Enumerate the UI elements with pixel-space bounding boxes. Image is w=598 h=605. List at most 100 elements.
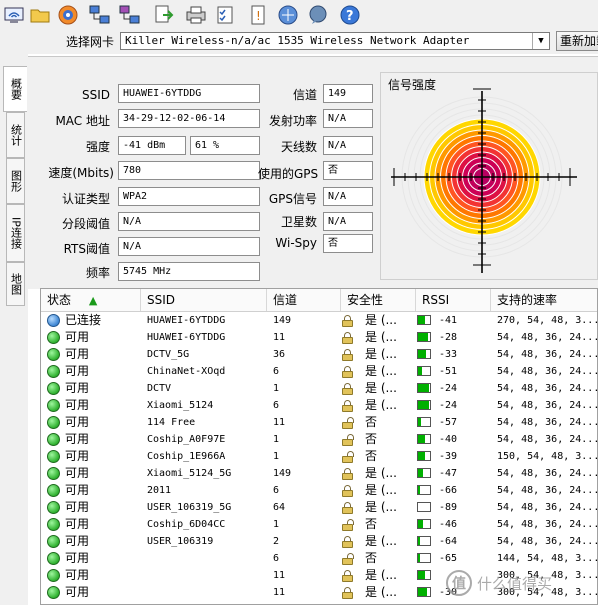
tab-summary-label: 概要 (9, 78, 23, 100)
col-ssid[interactable]: SSID (141, 289, 267, 311)
lock-icon (342, 315, 353, 327)
status-cell: 可用 (65, 551, 90, 565)
ssid-cell (147, 550, 265, 567)
col-channel[interactable]: 信道 (267, 289, 341, 311)
lock-icon (342, 383, 353, 395)
adapter-select[interactable]: Killer Wireless-n/a/ac 1535 Wireless Net… (120, 32, 550, 50)
rssi-bar (417, 553, 431, 563)
tab-ip-connections[interactable]: IP连接 (6, 204, 25, 262)
table-row[interactable]: 可用 USER_106319 2 是 (... -64 54, 48, 36, 24... (41, 533, 597, 550)
table-row[interactable]: 可用 HUAWEI-6YTDDG 11 是 (... -28 54, 48, 36, 24… (41, 329, 597, 346)
rssi-bar (417, 383, 431, 393)
gps-signal-label: GPS信号 (268, 192, 317, 206)
table-row[interactable]: 可用 114 Free 11 否 -57 54, 48, 36, 24... (41, 414, 597, 431)
wispy-field: 否 (323, 234, 373, 253)
wispy-label: Wi-Spy (275, 236, 317, 250)
status-dot-icon (47, 569, 60, 582)
folder-icon[interactable] (28, 3, 52, 27)
globe-icon[interactable] (56, 3, 80, 27)
status-cell: 可用 (65, 330, 90, 344)
network-icon[interactable] (88, 3, 112, 27)
col-rssi[interactable]: RSSI (416, 289, 491, 311)
export-icon[interactable] (152, 3, 176, 27)
txpower-field: N/A (323, 109, 373, 128)
channel-cell: 2 (273, 536, 280, 547)
frag-field: N/A (118, 212, 260, 231)
security-cell: 是 (... (365, 364, 397, 378)
help-icon[interactable]: ? (338, 3, 362, 27)
rssi-cell: -47 (439, 468, 458, 479)
security-cell: 否 (365, 432, 378, 446)
col-security-label: 安全性 (347, 293, 384, 307)
channel-cell: 11 (273, 417, 286, 428)
rates-cell: 54, 48, 36, 24... (497, 468, 597, 479)
wifi-computer-icon[interactable] (2, 3, 26, 27)
lock-icon (342, 570, 353, 582)
rssi-cell: -89 (439, 502, 458, 513)
security-cell: 是 (... (365, 313, 397, 327)
chevron-down-icon[interactable]: ▼ (532, 33, 549, 49)
table-row[interactable]: 可用 DCTV 1 是 (... -24 54, 48, 36, 24... (41, 380, 597, 397)
antenna-field: N/A (323, 136, 373, 155)
col-channel-label: 信道 (273, 293, 298, 307)
table-row[interactable]: 可用 2011 6 是 (... -66 54, 48, 36, 24... (41, 482, 597, 499)
channel-cell: 6 (273, 400, 280, 411)
speed-label: 速度(Mbits) (48, 166, 114, 180)
rssi-bar (417, 468, 431, 478)
ssid-cell: ChinaNet-XOqd (147, 366, 226, 377)
channel-cell: 11 (273, 587, 286, 598)
status-dot-icon (47, 484, 60, 497)
info-card-icon[interactable]: ! (246, 3, 270, 27)
rates-cell: 54, 48, 36, 24... (497, 400, 597, 411)
col-status[interactable]: 状态 ▲ (41, 289, 141, 311)
side-tab-strip: 概要 统计 图形 IP连接 地图 (0, 54, 28, 605)
rssi-bar (417, 485, 431, 495)
ssid-cell: HUAWEI-6YTDDG (147, 315, 226, 326)
unlock-icon (342, 417, 354, 429)
tab-summary[interactable]: 概要 (3, 66, 27, 112)
rssi-bar (417, 315, 431, 325)
globe-arrow-icon[interactable] (276, 3, 300, 27)
checklist-icon[interactable] (214, 3, 238, 27)
table-row[interactable]: 可用 Xiaomi_5124 6 是 (... -24 54, 48, 36, 24... (41, 397, 597, 414)
channel-field: 149 (323, 84, 373, 103)
channel-cell: 64 (273, 502, 286, 513)
tab-statistics[interactable]: 统计 (6, 112, 25, 158)
lock-icon (342, 332, 353, 344)
status-dot-icon (47, 314, 60, 327)
rssi-cell: -65 (439, 553, 458, 564)
network-table[interactable]: 状态 ▲ SSID 信道 安全性 RSSI 支持的速率 已连接 HUAWEI-6Y… (40, 288, 598, 605)
table-row[interactable]: 可用 ChinaNet-XOqd 6 是 (... -51 54, 48, 36, 24.… (41, 363, 597, 380)
refresh-button[interactable]: 重新加载 (556, 31, 598, 51)
tab-graph[interactable]: 图形 (6, 158, 25, 204)
table-row[interactable]: 可用 Coship_A0F97E 1 否 -40 54, 48, 36, 24... (41, 431, 597, 448)
rssi-bar (417, 519, 431, 529)
strength-dbm-field: -41 dBm (118, 136, 186, 155)
status-dot-icon (47, 416, 60, 429)
satellite-field: N/A (323, 212, 373, 231)
rssi-bar (417, 434, 431, 444)
table-row[interactable]: 可用 Coship_1E966A 1 否 -39 150, 54, 48, 3... (41, 448, 597, 465)
table-row[interactable]: 可用 6 否 -65 144, 54, 48, 3... (41, 550, 597, 567)
status-cell: 可用 (65, 500, 90, 514)
print-icon[interactable] (184, 3, 208, 27)
table-row[interactable]: 可用 Xiaomi_5124_5G 149 是 (... -47 54, 48, 36, … (41, 465, 597, 482)
network-share-icon[interactable] (118, 3, 142, 27)
unlock-icon (342, 434, 354, 446)
security-cell: 是 (... (365, 568, 397, 582)
col-security[interactable]: 安全性 (341, 289, 416, 311)
lock-icon (342, 536, 353, 548)
tab-map[interactable]: 地图 (6, 262, 25, 306)
rssi-bar (417, 587, 431, 597)
status-cell: 可用 (65, 568, 90, 582)
table-row[interactable]: 可用 DCTV_5G 36 是 (... -33 54, 48, 36, 24... (41, 346, 597, 363)
col-rates[interactable]: 支持的速率 (491, 289, 597, 311)
status-dot-icon (47, 399, 60, 412)
rssi-cell: -64 (439, 536, 458, 547)
security-cell: 否 (365, 415, 378, 429)
table-row[interactable]: 可用 USER_106319_5G 64 是 (... -89 54, 48, 36, 2… (41, 499, 597, 516)
security-cell: 是 (... (365, 500, 397, 514)
table-row[interactable]: 已连接 HUAWEI-6YTDDG 149 是 (... -41 270, 54, 48,… (41, 312, 597, 329)
table-row[interactable]: 可用 Coship_6D04CC 1 否 -46 54, 48, 36, 24... (41, 516, 597, 533)
chat-icon[interactable] (306, 3, 330, 27)
